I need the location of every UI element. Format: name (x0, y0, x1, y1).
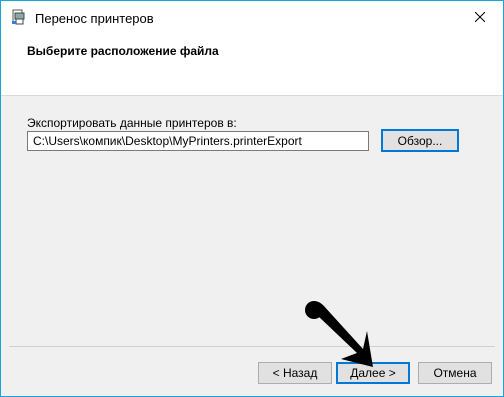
wizard-header: Выберите расположение файла (1, 35, 503, 96)
close-button[interactable] (457, 1, 503, 35)
footer-divider (9, 346, 495, 347)
cancel-button[interactable]: Отмена (418, 362, 492, 384)
export-path-input[interactable] (27, 131, 369, 151)
pointer-arrow-icon (305, 301, 373, 367)
browse-button[interactable]: Обзор... (381, 129, 459, 152)
printer-migration-dialog: Перенос принтеров Выберите расположение … (0, 0, 504, 397)
close-icon (474, 11, 486, 25)
title-bar[interactable]: Перенос принтеров (1, 1, 503, 35)
export-label: Экспортировать данные принтеров в: (27, 116, 237, 130)
printer-migration-icon (11, 9, 27, 25)
window-title: Перенос принтеров (35, 11, 154, 26)
page-title: Выберите расположение файла (27, 44, 219, 58)
